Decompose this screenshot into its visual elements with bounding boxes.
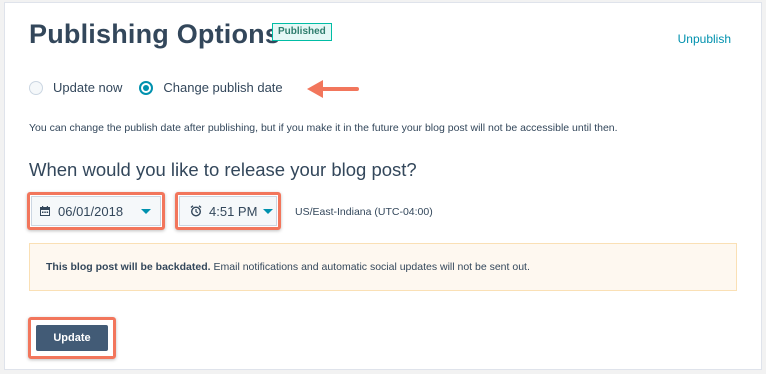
date-value: 06/01/2018 — [58, 203, 124, 219]
radio-change-publish-date[interactable] — [139, 80, 154, 95]
release-question-heading: When would you like to release your blog… — [29, 159, 417, 180]
chevron-down-icon — [263, 208, 274, 214]
page-title: Publishing Options — [29, 19, 281, 49]
clock-icon — [190, 205, 202, 217]
chevron-down-icon — [141, 208, 152, 214]
publish-date-help-text: You can change the publish date after pu… — [29, 122, 618, 134]
radio-change-publish-date-label[interactable]: Change publish date — [163, 80, 282, 95]
unpublish-link[interactable]: Unpublish — [678, 32, 731, 46]
arrow-pointer-icon — [307, 80, 359, 98]
status-badge: Published — [272, 23, 332, 41]
calendar-icon — [40, 206, 50, 216]
alert-text: Email notifications and automatic social… — [213, 261, 530, 273]
timezone-label: US/East-Indiana (UTC-04:00) — [295, 206, 433, 218]
update-button[interactable]: Update — [36, 325, 108, 351]
radio-update-now[interactable] — [29, 80, 43, 95]
alert-bold-text: This blog post will be backdated. — [46, 261, 211, 273]
date-picker[interactable]: 06/01/2018 — [31, 196, 161, 226]
radio-update-now-label[interactable]: Update now — [53, 80, 122, 95]
publishing-options-panel: Publishing Options Published Unpublish U… — [4, 2, 762, 370]
time-picker[interactable]: 4:51 PM — [179, 196, 277, 226]
backdated-alert: This blog post will be backdated. Email … — [29, 243, 737, 291]
time-value: 4:51 PM — [209, 203, 258, 219]
publish-mode-radio-group: Update now Change publish date — [29, 80, 283, 95]
